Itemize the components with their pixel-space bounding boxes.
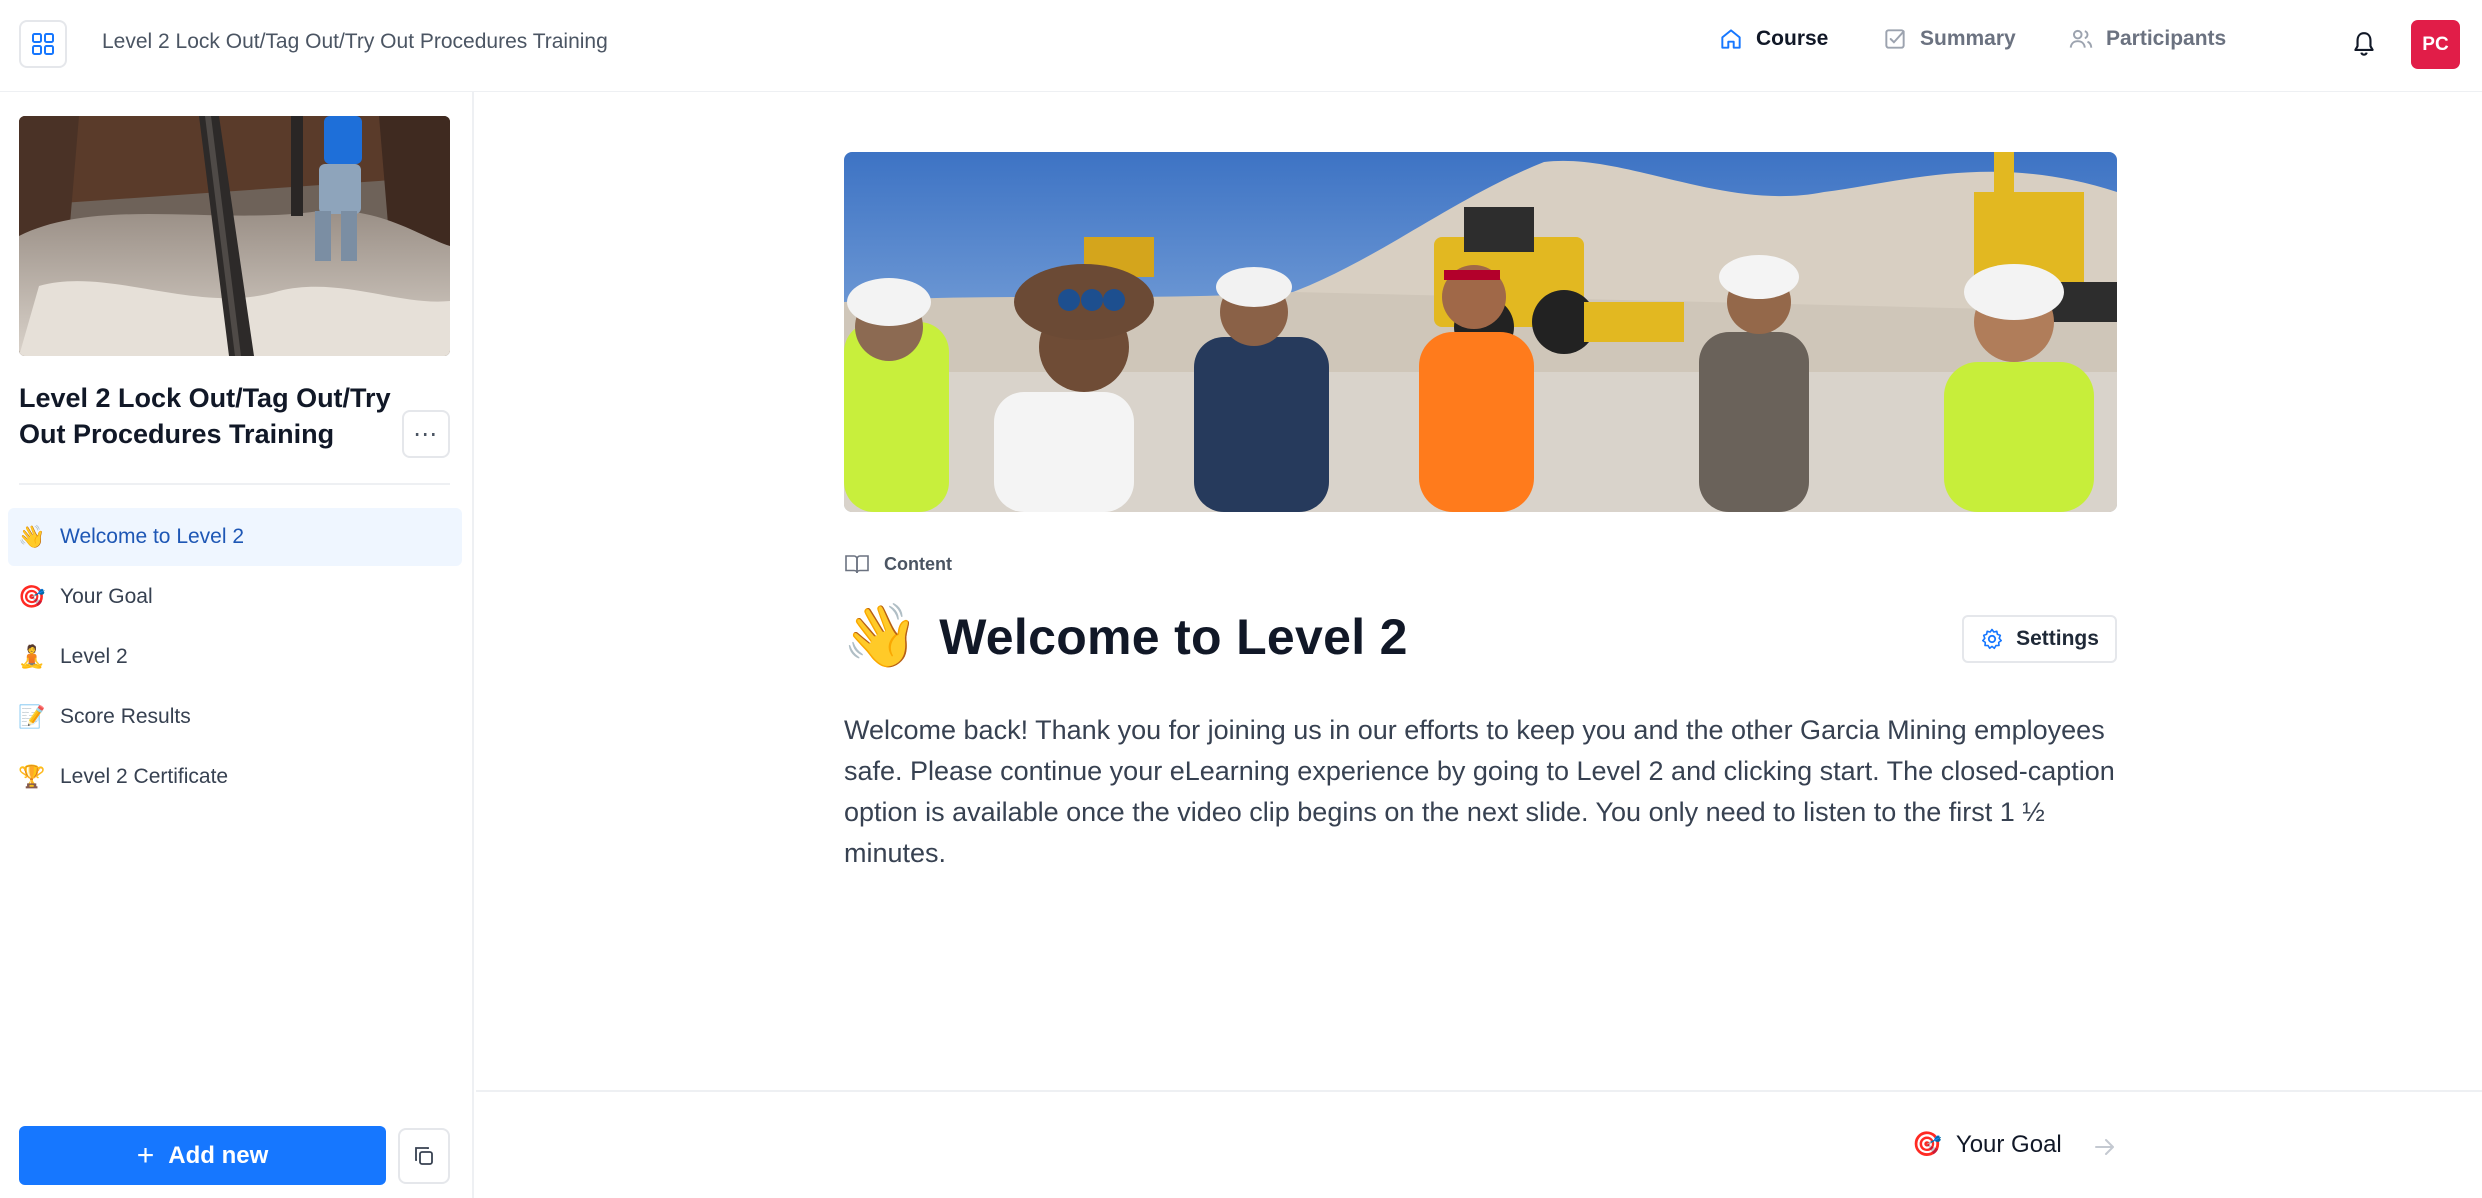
lesson-item-score-results[interactable]: 📝 Score Results <box>8 688 462 746</box>
target-icon: 🎯 <box>18 584 46 609</box>
arrow-right-icon[interactable] <box>2090 1132 2120 1162</box>
trophy-icon: 🏆 <box>18 764 46 789</box>
target-icon: 🎯 <box>1912 1131 1942 1158</box>
settings-label: Settings <box>2016 627 2099 650</box>
nav-summary[interactable]: Summary <box>1882 26 2016 52</box>
course-options-button[interactable]: ⋯ <box>402 410 450 458</box>
plus-icon: + <box>136 1138 155 1172</box>
nav-participants[interactable]: Participants <box>2068 26 2226 52</box>
wave-icon: 👋 <box>842 602 920 671</box>
lesson-title: Welcome to Level 2 <box>939 609 1408 665</box>
sidebar-divider <box>19 483 450 485</box>
lesson-label: Score Results <box>60 705 191 728</box>
course-sidebar: Level 2 Lock Out/Tag Out/Try Out Procedu… <box>0 92 474 1198</box>
home-icon <box>1721 29 1741 49</box>
wave-icon: 👋 <box>18 524 46 549</box>
add-new-button[interactable]: + Add new <box>19 1126 386 1185</box>
more-icon: ⋯ <box>413 420 439 448</box>
lesson-item-level-2[interactable]: 🧘 Level 2 <box>8 628 462 686</box>
lesson-label: Level 2 <box>60 645 128 668</box>
notifications-button[interactable] <box>2348 28 2380 60</box>
meditation-icon: 🧘 <box>18 644 46 669</box>
grid-icon <box>32 33 54 55</box>
lesson-hero-image <box>844 152 2117 512</box>
settings-button[interactable]: Settings <box>1962 615 2117 663</box>
duplicate-button[interactable] <box>398 1128 450 1184</box>
bell-icon <box>2354 32 2374 56</box>
user-avatar[interactable]: PC <box>2411 20 2460 69</box>
top-bar: Level 2 Lock Out/Tag Out/Try Out Procedu… <box>0 0 2482 92</box>
lesson-label: Your Goal <box>60 585 153 608</box>
content-type-label: Content <box>844 553 952 575</box>
copy-icon <box>415 1147 433 1165</box>
next-lesson-link[interactable]: 🎯 Your Goal <box>1912 1130 2062 1159</box>
nav-course-label: Course <box>1756 27 1829 50</box>
users-icon <box>2069 29 2093 48</box>
nav-participants-label: Participants <box>2106 27 2227 50</box>
lesson-label: Welcome to Level 2 <box>60 525 245 548</box>
lesson-heading: 👋 Welcome to Level 2 <box>842 606 1408 668</box>
lesson-label: Level 2 Certificate <box>60 765 229 788</box>
lesson-item-welcome[interactable]: 👋 Welcome to Level 2 <box>8 508 462 566</box>
apps-grid-button[interactable] <box>19 20 67 68</box>
checkbox-icon <box>1885 29 1905 49</box>
footer-divider <box>476 1090 2482 1092</box>
gear-icon <box>1982 628 2003 650</box>
nav-course[interactable]: Course <box>1718 26 1828 52</box>
lesson-item-your-goal[interactable]: 🎯 Your Goal <box>8 568 462 626</box>
lesson-body-text: Welcome back! Thank you for joining us i… <box>844 715 2115 868</box>
course-title: Level 2 Lock Out/Tag Out/Try Out Procedu… <box>19 383 391 449</box>
course-breadcrumb-title: Level 2 Lock Out/Tag Out/Try Out Procedu… <box>102 30 608 53</box>
next-lesson-label: Your Goal <box>1955 1130 2062 1158</box>
lesson-item-certificate[interactable]: 🏆 Level 2 Certificate <box>8 748 462 806</box>
course-cover-image <box>19 116 450 356</box>
memo-icon: 📝 <box>18 704 46 729</box>
book-icon <box>845 555 869 574</box>
add-new-label: Add new <box>168 1141 269 1169</box>
content-type-text: Content <box>884 553 952 574</box>
nav-summary-label: Summary <box>1920 27 2016 50</box>
